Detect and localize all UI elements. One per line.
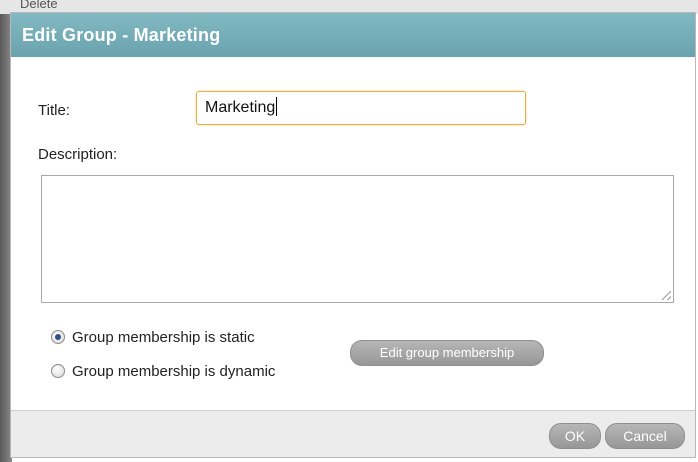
- title-label: Title:: [38, 102, 70, 119]
- dialog-titlebar[interactable]: Edit Group - Marketing: [11, 13, 695, 57]
- title-input-value: Marketing: [205, 99, 276, 116]
- radio-static[interactable]: [51, 330, 65, 344]
- membership-dynamic-option[interactable]: Group membership is dynamic: [51, 361, 275, 381]
- dialog-footer: OK Cancel: [11, 410, 695, 457]
- text-caret: [276, 97, 278, 116]
- edit-group-dialog: Edit Group - Marketing Title: Marketing …: [10, 12, 696, 458]
- description-label: Description:: [38, 146, 118, 163]
- membership-static-label: Group membership is static: [72, 328, 255, 346]
- background-delete-link[interactable]: Delete: [20, 0, 58, 11]
- dialog-title: Edit Group - Marketing: [22, 25, 221, 45]
- radio-dynamic[interactable]: [51, 364, 65, 378]
- title-input[interactable]: Marketing: [196, 91, 526, 125]
- edit-group-membership-button[interactable]: Edit group membership: [350, 340, 544, 366]
- description-textarea[interactable]: [41, 175, 674, 303]
- cancel-button[interactable]: Cancel: [605, 423, 685, 449]
- ok-button[interactable]: OK: [549, 423, 601, 449]
- resize-grip-icon[interactable]: [662, 291, 671, 300]
- membership-dynamic-label: Group membership is dynamic: [72, 362, 276, 380]
- membership-static-option[interactable]: Group membership is static: [51, 327, 255, 347]
